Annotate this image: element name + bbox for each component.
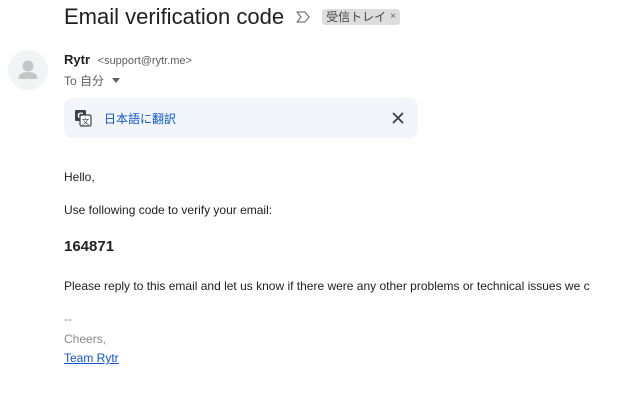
subject-row: Email verification code 受信トレイ ×	[64, 2, 400, 32]
inbox-label-chip[interactable]: 受信トレイ ×	[322, 9, 400, 25]
sender-email: <support@rytr.me>	[97, 55, 192, 67]
team-rytr-link[interactable]: Team Rytr	[64, 351, 119, 365]
sender-line: Rytr <support@rytr.me>	[64, 52, 192, 67]
recipient-label: To 自分	[64, 74, 105, 88]
translate-link[interactable]: 日本語に翻訳	[104, 110, 176, 127]
signature-dash: --	[64, 312, 72, 326]
reply-note-text: Please reply to this email and let us kn…	[64, 279, 590, 293]
verification-code: 164871	[64, 238, 115, 255]
sender-avatar[interactable]	[8, 50, 48, 90]
email-subject: Email verification code	[64, 4, 285, 29]
important-marker-icon[interactable]	[296, 11, 310, 23]
person-icon	[18, 60, 38, 79]
chevron-down-icon	[112, 78, 121, 83]
remove-label-icon[interactable]: ×	[390, 9, 396, 25]
instruction-text: Use following code to verify your email:	[64, 203, 273, 217]
inbox-label-text: 受信トレイ	[326, 10, 387, 24]
close-icon[interactable]	[388, 108, 408, 128]
svg-text:文: 文	[82, 116, 90, 126]
translate-icon: G 文	[74, 109, 92, 127]
email-view: Email verification code 受信トレイ × Rytr <su…	[0, 0, 640, 411]
signature-cheers: Cheers,	[64, 332, 107, 346]
greeting-text: Hello,	[64, 170, 95, 184]
recipient-details-toggle[interactable]: To 自分	[64, 72, 121, 89]
sender-name[interactable]: Rytr	[64, 52, 90, 67]
translate-bar: G 文 日本語に翻訳	[64, 98, 418, 138]
